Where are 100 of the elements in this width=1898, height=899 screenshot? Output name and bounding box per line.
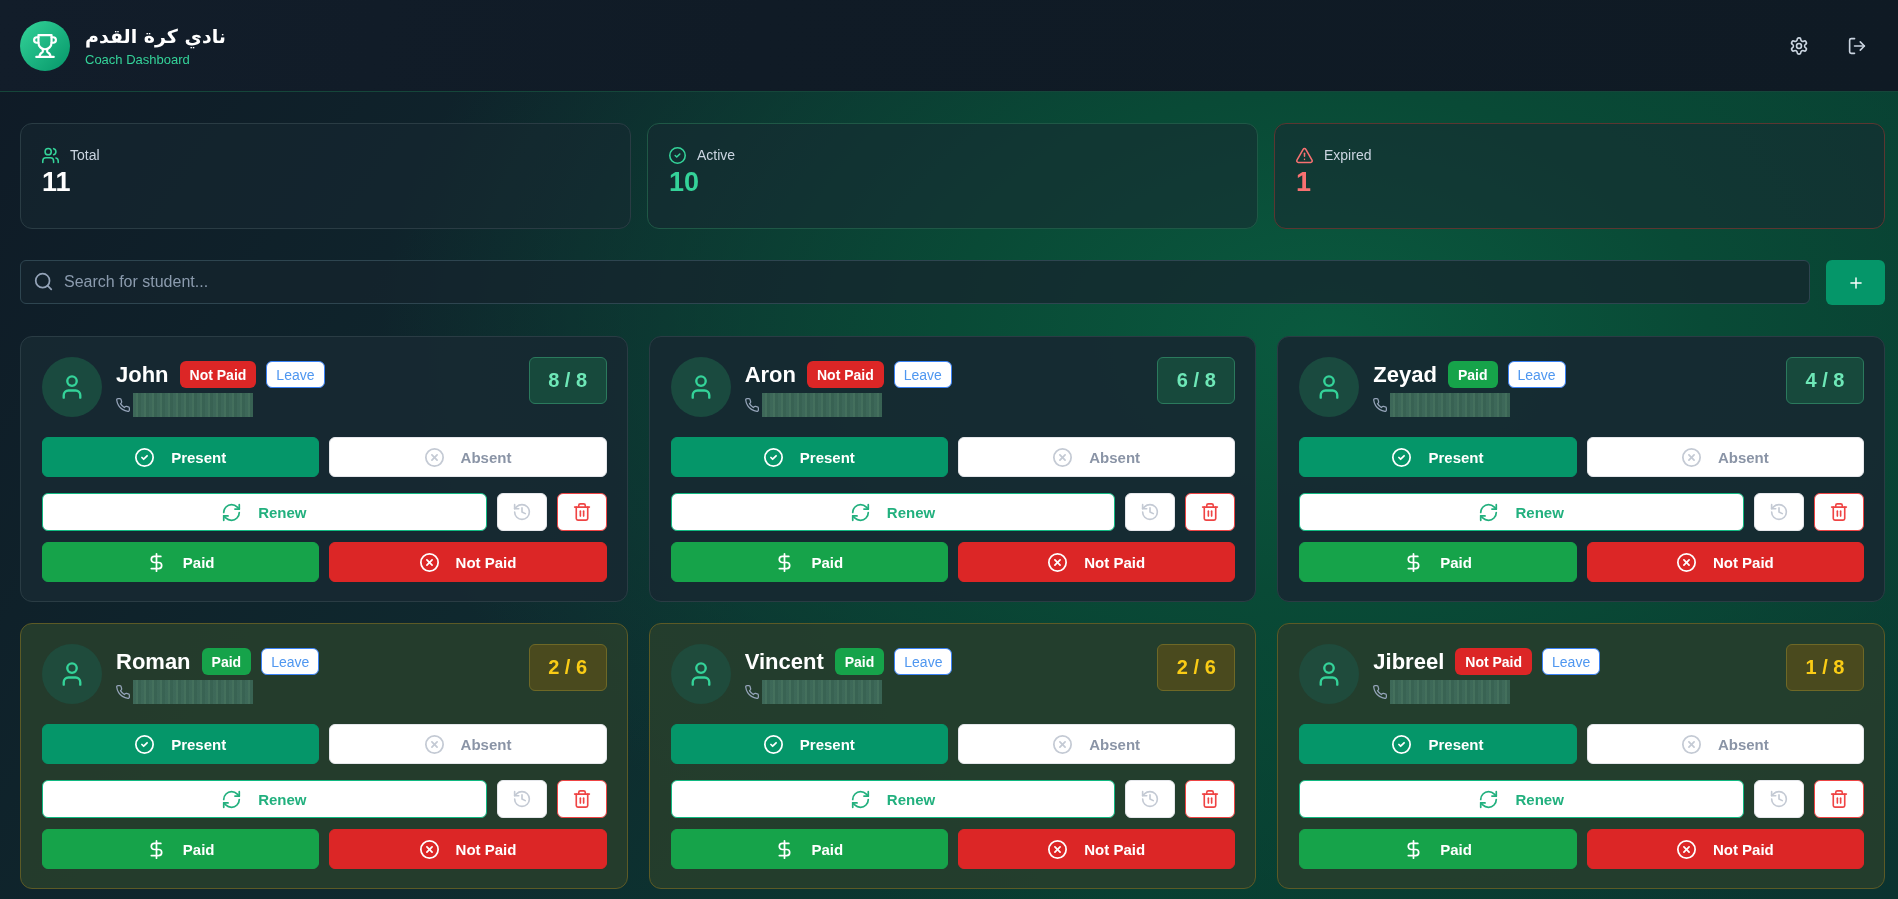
x-circle-icon — [1048, 839, 1068, 859]
check-circle-icon — [135, 734, 155, 754]
mark-paid-button[interactable]: Paid — [670, 542, 948, 582]
phone-icon — [116, 398, 130, 412]
student-name: Zeyad — [1373, 361, 1437, 388]
x-circle-icon — [419, 552, 439, 572]
x-circle-icon — [1681, 734, 1701, 754]
present-button[interactable]: Present — [1299, 724, 1577, 764]
refresh-icon — [222, 789, 242, 809]
refresh-icon — [850, 789, 870, 809]
payment-status-badge: Not Paid — [179, 361, 257, 388]
x-circle-icon — [1053, 447, 1073, 467]
trash-icon — [572, 503, 591, 521]
trophy-logo-icon — [20, 20, 70, 71]
stat-value: 11 — [42, 167, 71, 197]
trash-icon — [1830, 503, 1848, 521]
mark-paid-button[interactable]: Paid — [1299, 542, 1577, 582]
payment-status-badge: Paid — [1447, 361, 1498, 388]
phone-icon — [744, 398, 759, 412]
stat-value: 1 — [1296, 167, 1312, 197]
sessions-counter: 4 / 8 — [1786, 357, 1864, 404]
mark-paid-button[interactable]: Paid — [42, 829, 320, 869]
x-circle-icon — [1048, 552, 1068, 572]
history-icon — [1141, 790, 1160, 808]
phone-icon — [1373, 685, 1388, 699]
renew-button[interactable]: Renew — [1299, 780, 1744, 818]
payment-status-badge: Not Paid — [1455, 648, 1533, 675]
check-circle-icon — [763, 734, 783, 754]
present-button[interactable]: Present — [1299, 437, 1577, 477]
app-title: نادي كرة القدم — [85, 23, 226, 48]
sessions-counter: 2 / 6 — [1157, 644, 1236, 691]
sessions-counter: 8 / 8 — [528, 357, 607, 404]
x-circle-icon — [1676, 839, 1696, 859]
mark-unpaid-button[interactable]: Not Paid — [329, 542, 607, 582]
mark-paid-button[interactable]: Paid — [1299, 829, 1577, 869]
trash-icon — [1201, 503, 1220, 521]
trash-icon — [1830, 790, 1848, 808]
sessions-counter: 2 / 6 — [528, 644, 607, 691]
check-circle-icon — [763, 447, 783, 467]
stat-label: Active — [697, 147, 736, 163]
payment-status-badge: Paid — [834, 648, 885, 675]
warning-triangle-icon — [1296, 146, 1313, 164]
history-icon — [1770, 790, 1788, 808]
leave-button[interactable]: Leave — [894, 648, 953, 675]
present-button[interactable]: Present — [42, 437, 320, 477]
delete-button[interactable] — [1185, 493, 1236, 531]
payment-status-badge: Not Paid — [807, 361, 884, 388]
settings-icon — [1790, 36, 1808, 55]
x-circle-icon — [1681, 447, 1701, 467]
present-button[interactable]: Present — [42, 724, 320, 764]
payment-status-badge: Paid — [201, 648, 252, 675]
student-name: Aron — [744, 361, 796, 388]
leave-button[interactable]: Leave — [1507, 361, 1566, 388]
mark-unpaid-button[interactable]: Not Paid — [329, 829, 607, 869]
renew-button[interactable]: Renew — [42, 780, 487, 818]
leave-button[interactable]: Leave — [266, 361, 325, 388]
sessions-counter: 6 / 8 — [1157, 357, 1236, 404]
mark-unpaid-button[interactable]: Not Paid — [1586, 542, 1864, 582]
student-name: Vincent — [744, 648, 824, 675]
renew-button[interactable]: Renew — [42, 493, 487, 531]
renew-button[interactable]: Renew — [670, 780, 1116, 818]
mark-paid-button[interactable]: Paid — [670, 829, 948, 869]
delete-button[interactable] — [556, 493, 607, 531]
search-field[interactable]: Search for student... — [20, 260, 1810, 304]
x-circle-icon — [1053, 734, 1073, 754]
present-button[interactable]: Present — [670, 724, 948, 764]
app-subtitle: Coach Dashboard — [85, 51, 191, 68]
history-icon — [512, 790, 531, 808]
history-icon — [1770, 503, 1788, 521]
present-button[interactable]: Present — [670, 437, 948, 477]
mark-unpaid-button[interactable]: Not Paid — [1586, 829, 1864, 869]
refresh-icon — [1479, 502, 1499, 522]
x-circle-icon — [424, 734, 444, 754]
stat-label: Total — [70, 147, 100, 163]
mark-unpaid-button[interactable]: Not Paid — [958, 829, 1236, 869]
x-circle-icon — [1676, 552, 1696, 572]
phone-icon — [1373, 398, 1388, 412]
stat-label: Expired — [1324, 147, 1372, 163]
trash-icon — [572, 790, 591, 808]
avatar-icon — [42, 357, 102, 417]
x-circle-icon — [419, 839, 439, 859]
delete-button[interactable] — [1185, 780, 1236, 818]
sessions-counter: 1 / 8 — [1786, 644, 1864, 691]
check-circle-icon — [135, 447, 155, 467]
delete-button[interactable] — [556, 780, 607, 818]
leave-button[interactable]: Leave — [1542, 648, 1601, 675]
renew-button[interactable]: Renew — [670, 493, 1116, 531]
leave-button[interactable]: Leave — [893, 361, 952, 388]
check-circle-icon — [1392, 734, 1412, 754]
check-circle-icon — [669, 146, 686, 164]
refresh-icon — [850, 502, 870, 522]
mark-unpaid-button[interactable]: Not Paid — [958, 542, 1236, 582]
history-icon — [1141, 503, 1160, 521]
phone-icon — [744, 685, 759, 699]
renew-button[interactable]: Renew — [1299, 493, 1744, 531]
leave-button[interactable]: Leave — [261, 648, 320, 675]
mark-paid-button[interactable]: Paid — [42, 542, 320, 582]
student-name: John — [116, 361, 169, 388]
logout-icon — [1848, 36, 1866, 55]
refresh-icon — [222, 502, 242, 522]
